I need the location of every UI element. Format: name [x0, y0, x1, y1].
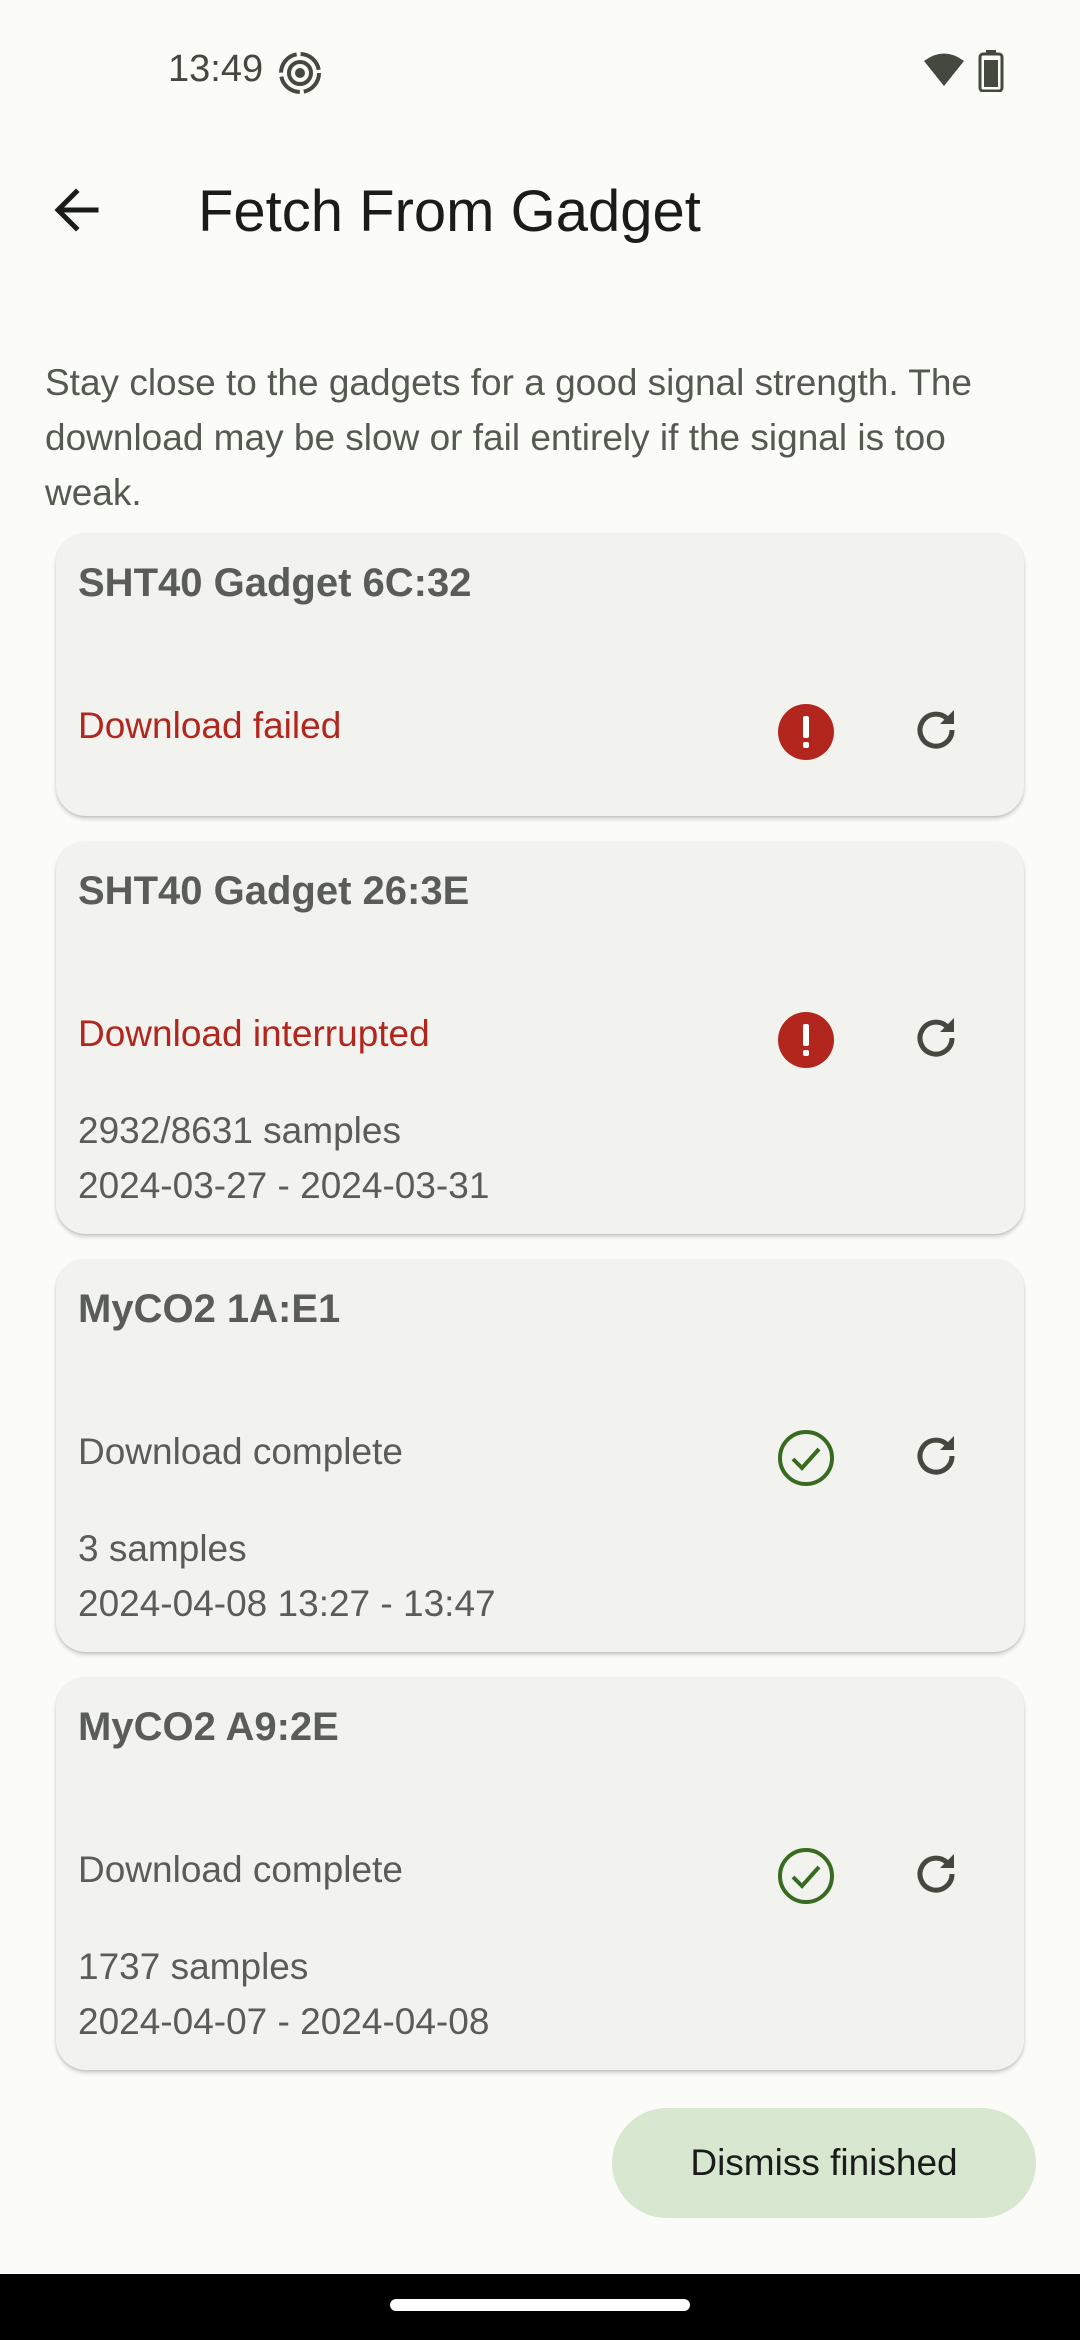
gadget-card: SHT40 Gadget 6C:32 Download failed: [56, 533, 1024, 816]
error-icon: [776, 1010, 836, 1070]
check-circle-icon: [776, 1428, 836, 1488]
hotspot-icon: [276, 50, 324, 101]
download-status: Download complete: [78, 1849, 403, 1890]
retry-button[interactable]: [896, 1000, 976, 1080]
gadget-name: MyCO2 1A:E1: [78, 1287, 341, 1331]
gadget-card: MyCO2 1A:E1 Download complete 3 samples …: [56, 1259, 1024, 1652]
refresh-icon: [910, 704, 962, 761]
refresh-icon: [910, 1012, 962, 1069]
date-range: 2024-03-27 - 2024-03-31: [78, 1165, 490, 1206]
gadget-name: SHT40 Gadget 26:3E: [78, 869, 470, 913]
sample-count: 1737 samples: [78, 1946, 309, 1987]
navigation-bar: [0, 2274, 1080, 2340]
gadget-name: SHT40 Gadget 6C:32: [78, 561, 472, 605]
status-bar: 13:49: [0, 0, 1080, 140]
retry-button[interactable]: [896, 1836, 976, 1916]
intro-text: Stay close to the gadgets for a good sig…: [45, 362, 972, 513]
gadget-card: MyCO2 A9:2E Download complete 1737 sampl…: [56, 1677, 1024, 2070]
app-bar: Fetch From Gadget: [0, 150, 1080, 270]
dismiss-finished-button[interactable]: Dismiss finished: [612, 2108, 1036, 2218]
date-range: 2024-04-08 13:27 - 13:47: [78, 1583, 496, 1624]
gadget-name: MyCO2 A9:2E: [78, 1705, 339, 1749]
refresh-icon: [910, 1430, 962, 1487]
retry-button[interactable]: [896, 692, 976, 772]
wifi-icon: [922, 52, 966, 93]
date-range: 2024-04-07 - 2024-04-08: [78, 2001, 490, 2042]
back-button[interactable]: [36, 172, 116, 252]
page-title: Fetch From Gadget: [198, 179, 701, 244]
status-time: 13:49: [168, 48, 264, 90]
arrow-back-icon: [52, 186, 100, 239]
download-status: Download complete: [78, 1431, 403, 1472]
download-status: Download failed: [78, 705, 342, 746]
gadget-card: SHT40 Gadget 26:3E Download interrupted …: [56, 841, 1024, 1234]
download-status: Download interrupted: [78, 1013, 430, 1054]
sample-count: 2932/8631 samples: [78, 1110, 401, 1151]
home-gesture-handle[interactable]: [390, 2299, 690, 2311]
retry-button[interactable]: [896, 1418, 976, 1498]
refresh-icon: [910, 1848, 962, 1905]
battery-icon: [978, 50, 1004, 97]
error-icon: [776, 702, 836, 762]
check-circle-icon: [776, 1846, 836, 1906]
sample-count: 3 samples: [78, 1528, 247, 1569]
